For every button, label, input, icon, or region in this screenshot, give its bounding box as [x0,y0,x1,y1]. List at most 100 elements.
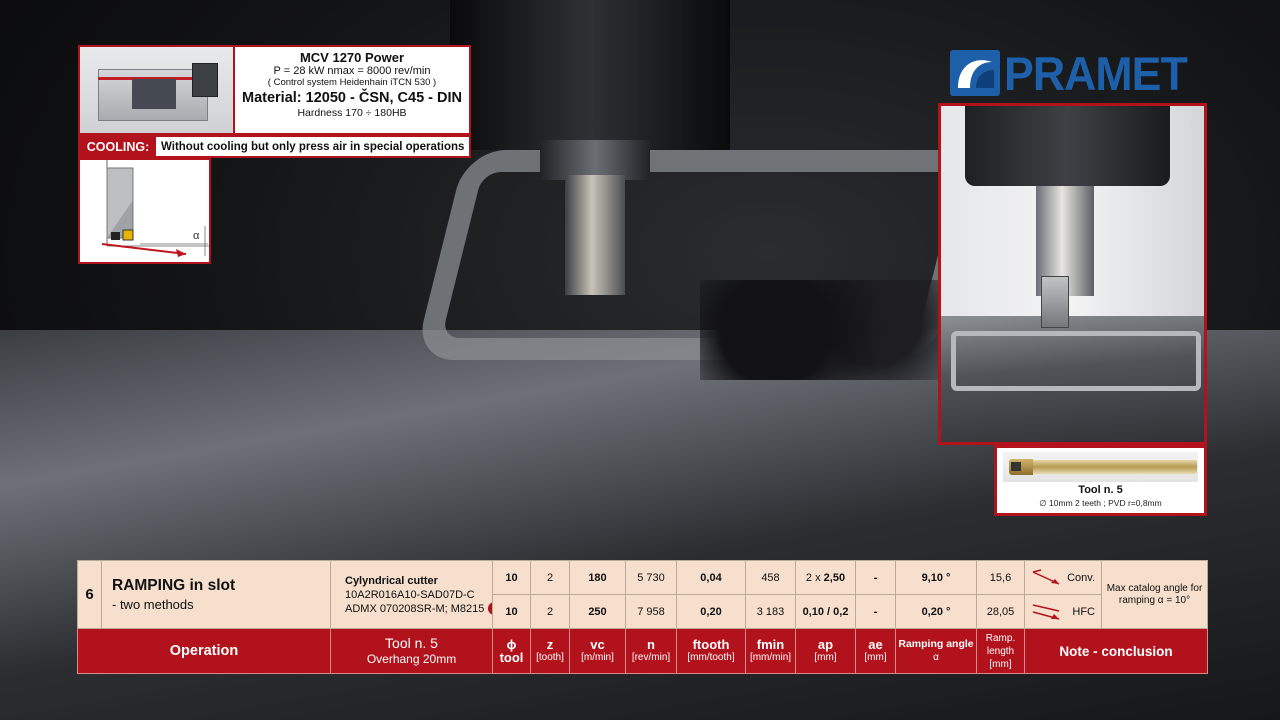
header-operation: Operation [77,628,331,674]
fmin-value: 3 183 [745,594,796,629]
table-header-row: Operation Tool n. 5 Overhang 20mm ϕ tool … [77,628,1208,674]
n-value: 5 730 [625,560,677,595]
note-cell: Max catalog angle for ramping α = 10° [1101,560,1208,629]
fmin-value: 458 [745,560,796,595]
method-label: HFC [1072,605,1095,618]
tool-spec: ∅ 10mm 2 teeth ; PVD r=0,8mm [1039,498,1162,508]
header-n-unit: [rev/min] [631,652,671,663]
machine-title: MCV 1270 Power [299,50,405,65]
header-ramp-length-label: Ramp. length [985,632,1016,657]
red-dot-icon [488,602,492,616]
ramp-angle-value: 0,20 ° [895,594,977,629]
header-tool-sub: Overhang 20mm [366,652,457,666]
metal-chips [700,280,950,380]
ramping-diagram: α [78,158,211,264]
tool-code: 10A2R016A10-SAD07D-C [345,588,475,601]
cutting-data-table: 6 RAMPING in slot - two methods Cylyndri… [77,560,1208,674]
table-row: 6 RAMPING in slot - two methods Cylyndri… [77,560,1208,629]
method-cell: HFC [1024,594,1102,629]
tool-title: Tool n. 5 [1078,484,1123,496]
cooling-text: Without cooling but only press air in sp… [161,140,465,153]
header-ramp-angle-label: Ramping angle [898,638,974,650]
ap-cell: 2 x 2,50 [795,560,856,595]
machine-control: ( Control system Heidenhain iTCN 530 ) [267,77,437,88]
vc-value: 180 [569,560,626,595]
method-cell: Conv. [1024,560,1102,595]
ap-value: 2,50 [823,571,846,584]
header-ramp-angle-sub: α [933,652,939,663]
angle-symbol: α [193,230,200,242]
spindle [450,0,730,150]
header-n-label: n [647,637,655,652]
header-z: z [tooth] [530,628,570,674]
tool-image [1003,452,1198,482]
header-fmin-unit: [mm/min] [749,652,792,663]
hfc-arrow-icon [1032,603,1060,620]
header-z-unit: [tooth] [536,652,564,663]
header-ae-label: ae [868,637,883,652]
header-tool: Tool n. 5 Overhang 20mm [330,628,493,674]
operation-title-cell: RAMPING in slot - two methods [101,560,331,629]
tool-name: Cylyndrical cutter [345,574,438,587]
tool-description-cell: Cylyndrical cutter 10A2R016A10-SAD07D-C … [330,560,493,629]
header-ap-label: ap [817,637,834,652]
ap-cell: 0,10 / 0,2 [795,594,856,629]
machine-text: MCV 1270 Power P = 28 kW nmax = 8000 rev… [235,47,469,133]
operation-title: RAMPING in slot [112,577,236,594]
machine-info-panel: MCV 1270 Power P = 28 kW nmax = 8000 rev… [78,45,471,135]
header-vc: vc [m/min] [569,628,626,674]
header-vc-unit: [m/min] [581,652,614,663]
cutter [565,175,625,295]
header-ramp-length: Ramp. length [mm] [976,628,1025,674]
header-ftooth-unit: [mm/tooth] [687,652,735,663]
ramp-length-value: 15,6 [976,560,1025,595]
ramping-diagram-drawing [101,160,209,257]
method-label: Conv. [1067,571,1095,584]
ae-value: - [855,560,896,595]
header-ramp-length-unit: [mm] [989,658,1012,670]
hardness-label: Hardness 170 ÷ 180HB [297,107,407,119]
cooling-row: COOLING: Without cooling but only press … [78,135,471,158]
phi-value: 10 [492,560,531,595]
operation-number: 6 [77,560,102,629]
header-ae-unit: [mm] [864,652,887,663]
header-ae: ae [mm] [855,628,896,674]
ftooth-value: 0,04 [676,560,746,595]
closeup-photo [938,103,1207,445]
insert-code: ADMX 070208SR-M; M8215 [345,602,485,615]
z-value: 2 [530,560,570,595]
header-z-label: z [546,637,554,652]
ramp-angle-value: 9,10 ° [895,560,977,595]
cooling-label: COOLING: [80,137,156,156]
machine-spec: P = 28 kW nmax = 8000 rev/min [273,65,431,77]
header-vc-label: vc [590,637,605,652]
header-ramp-angle: Ramping angle α [895,628,977,674]
ramp-length-value: 28,05 [976,594,1025,629]
ftooth-value: 0,20 [676,594,746,629]
header-fmin-label: fmin [756,637,785,652]
pramet-logo-icon [950,50,1000,96]
ae-value: - [855,594,896,629]
insert-code-line: ADMX 070208SR-M; M8215 [345,602,492,616]
ap-value: 0,10 / 0,2 [802,605,849,618]
machine-photo [80,47,235,133]
header-ap-unit: [mm] [814,652,837,663]
material-label: Material: 12050 - ČSN, C45 - DIN [242,90,462,106]
brand-logo: PRAMET [950,46,1208,100]
header-ap: ap [mm] [795,628,856,674]
header-note: Note - conclusion [1024,628,1208,674]
ramp-arrow-icon [1032,568,1060,585]
header-n: n [rev/min] [625,628,677,674]
operation-subtitle: - two methods [112,597,194,612]
z-value: 2 [530,594,570,629]
tool-card: Tool n. 5 ∅ 10mm 2 teeth ; PVD r=0,8mm [994,445,1207,516]
brand-name: PRAMET [1004,46,1188,100]
header-fmin: fmin [mm/min] [745,628,796,674]
n-value: 7 958 [625,594,677,629]
header-phi-sub: tool [499,650,524,665]
phi-value: 10 [492,594,531,629]
header-phi: ϕ tool [492,628,531,674]
header-ftooth: ftooth [mm/tooth] [676,628,746,674]
vc-value: 250 [569,594,626,629]
header-ftooth-label: ftooth [692,637,730,652]
